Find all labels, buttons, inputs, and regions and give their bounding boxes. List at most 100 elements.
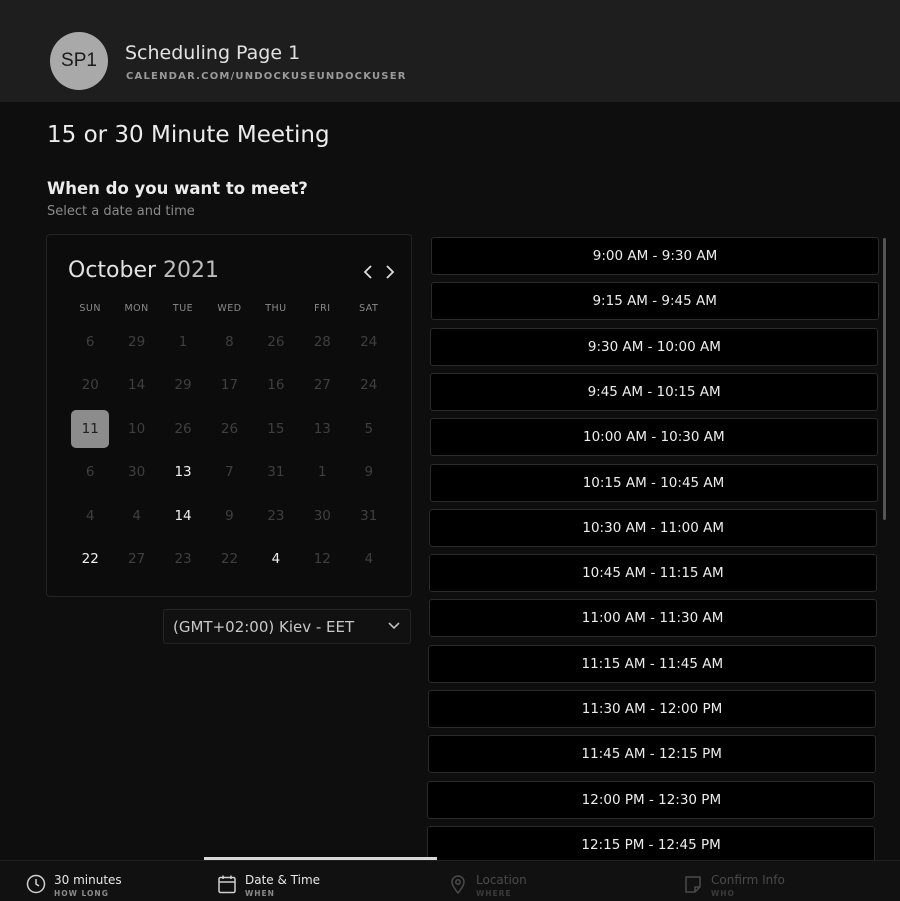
slot-list-scrollbar[interactable] [883,238,886,520]
time-slot-button[interactable]: 12:00 PM - 12:30 PM [427,780,876,819]
calendar-day-unavailable: 1 [178,333,188,350]
calendar-week: 6 30 13 7 31 1 9 [67,451,392,495]
calendar-day-unavailable: 9 [225,507,234,524]
calendar-day-unavailable: 6 [85,464,95,481]
date-picker: October 2021 SUN MON TUE WED THU FRI SAT 6 29 1 8… [46,234,412,597]
time-slot-button[interactable]: 10:00 AM - 10:30 AM [429,418,878,457]
time-slot-button[interactable]: 10:45 AM - 11:15 AM [428,554,877,593]
calendar-day-unavailable: 16 [267,377,285,394]
time-slot-button[interactable]: 10:30 AM - 11:00 AM [429,508,878,547]
time-slot-button[interactable]: 9:00 AM - 9:30 AM [431,237,879,275]
chevron-left-icon [363,265,372,279]
next-month-button[interactable] [380,261,400,283]
weekday-label: TUE [172,303,194,314]
map-pin-icon [451,875,465,894]
time-slot-button[interactable]: 9:45 AM - 10:15 AM [430,372,879,411]
calendar-week: 22 27 23 22 4 12 4 [67,538,392,582]
step-sublabel: WHEN [245,889,275,898]
calendar-day-unavailable: 30 [313,507,331,524]
page-header: SP1 Scheduling Page 1 CALENDAR.COM/UNDOC… [0,0,900,102]
chevron-down-icon [388,622,400,630]
calendar-day-unavailable: 13 [313,420,331,437]
calendar-day-unavailable: 26 [220,420,239,437]
chevron-right-icon [386,265,395,279]
scheduling-page-url[interactable]: CALENDAR.COM/UNDOCKUSEUNDOCKUSER [126,71,407,82]
calendar-day-unavailable: 8 [225,333,234,350]
calendar-day-unavailable: 22 [220,551,239,568]
avatar: SP1 [50,32,108,90]
note-icon [685,876,701,893]
calendar-day-unavailable: 27 [313,377,331,394]
weekday-label: FRI [314,303,331,314]
weekday-label: WED [217,303,242,314]
calendar-week: 6 29 1 8 26 28 24 [67,320,392,364]
timezone-select[interactable]: (GMT+02:00) Kiev - EET [163,609,411,644]
weekday-label: MON [124,303,149,314]
calendar-day-unavailable: 5 [364,420,374,437]
calendar-day-available[interactable]: 4 [253,540,299,578]
calendar-day-available[interactable]: 14 [160,497,206,535]
meeting-title: 15 or 30 Minute Meeting [47,122,330,148]
calendar-day-unavailable: 10 [128,420,146,437]
calendar-day-unavailable: 4 [132,507,141,524]
calendar-day-unavailable: 6 [85,333,95,350]
calendar-day-unavailable: 31 [360,507,378,524]
calendar-day-unavailable: 28 [313,333,331,350]
step-sublabel: WHERE [476,889,512,898]
weekday-label: SUN [79,303,101,314]
calendar-icon [218,875,236,894]
time-slot-button[interactable]: 11:00 AM - 11:30 AM [428,599,877,638]
calendar-day-unavailable: 26 [267,333,285,350]
weekday-header: SUN MON TUE WED THU FRI SAT [67,303,392,314]
calendar-month-year: October 2021 [68,258,219,283]
calendar-day-available[interactable]: 13 [160,453,206,491]
calendar-day-unavailable: 30 [128,464,146,481]
calendar-day-unavailable: 17 [220,377,239,394]
calendar-day-unavailable: 15 [267,420,285,437]
calendar-week: 20 14 29 17 16 27 24 [67,364,392,408]
time-slot-button[interactable]: 9:30 AM - 10:00 AM [430,327,879,366]
calendar-year: 2021 [163,258,220,283]
calendar-day-unavailable: 29 [128,333,146,350]
time-slot-button[interactable]: 10:15 AM - 10:45 AM [429,463,878,502]
section-subtitle: Select a date and time [47,204,195,219]
prev-month-button[interactable] [358,261,378,283]
calendar-day-unavailable: 26 [174,420,192,437]
progress-indicator [204,857,437,860]
day-number: 11 [71,409,110,448]
calendar-day-unavailable: 24 [360,333,378,350]
clock-icon [26,874,46,894]
calendar-day-selected[interactable]: 11 [67,409,113,448]
weekday-label: THU [265,303,287,314]
calendar-day-unavailable: 4 [85,507,95,524]
step-label: Location [476,873,527,887]
calendar-day-unavailable: 23 [174,551,192,568]
calendar-day-unavailable: 4 [364,551,374,568]
weekday-label: SAT [359,303,379,314]
time-slot-button[interactable]: 11:30 AM - 12:00 PM [428,690,876,728]
time-slot-button[interactable]: 11:15 AM - 11:45 AM [428,644,877,683]
time-slot-button[interactable]: 9:15 AM - 9:45 AM [430,282,879,321]
calendar-day-unavailable: 31 [267,464,285,481]
section-heading: When do you want to meet? [47,179,308,198]
calendar-day-unavailable: 14 [128,377,146,394]
calendar-day-unavailable: 27 [128,551,146,568]
calendar-day-unavailable: 12 [313,551,331,568]
timezone-value: (GMT+02:00) Kiev - EET [173,618,355,636]
step-sublabel: HOW LONG [54,889,109,898]
calendar-day-unavailable: 20 [81,377,99,394]
calendar-month: October [68,258,157,283]
calendar-day-unavailable: 29 [174,377,192,394]
calendar-week: 4 4 14 9 23 30 31 [67,494,392,538]
time-slot-button[interactable]: 12:15 PM - 12:45 PM [427,825,876,864]
time-slot-button[interactable]: 11:45 AM - 12:15 PM [427,735,876,774]
calendar-week: 11 10 26 26 15 13 5 [67,407,392,451]
calendar-day-unavailable: 1 [318,464,327,481]
calendar-day-unavailable: 9 [364,464,374,481]
calendar-day-unavailable: 7 [225,464,234,481]
calendar-grid: 6 29 1 8 26 28 24 20 14 29 17 16 27 24 11 10 26 26 15 13 5 6 3… [67,320,392,581]
step-label: 30 minutes [54,873,122,887]
calendar-day-available[interactable]: 22 [67,540,113,578]
calendar-day-unavailable: 24 [360,377,378,394]
scheduling-page-name: Scheduling Page 1 [125,42,301,64]
